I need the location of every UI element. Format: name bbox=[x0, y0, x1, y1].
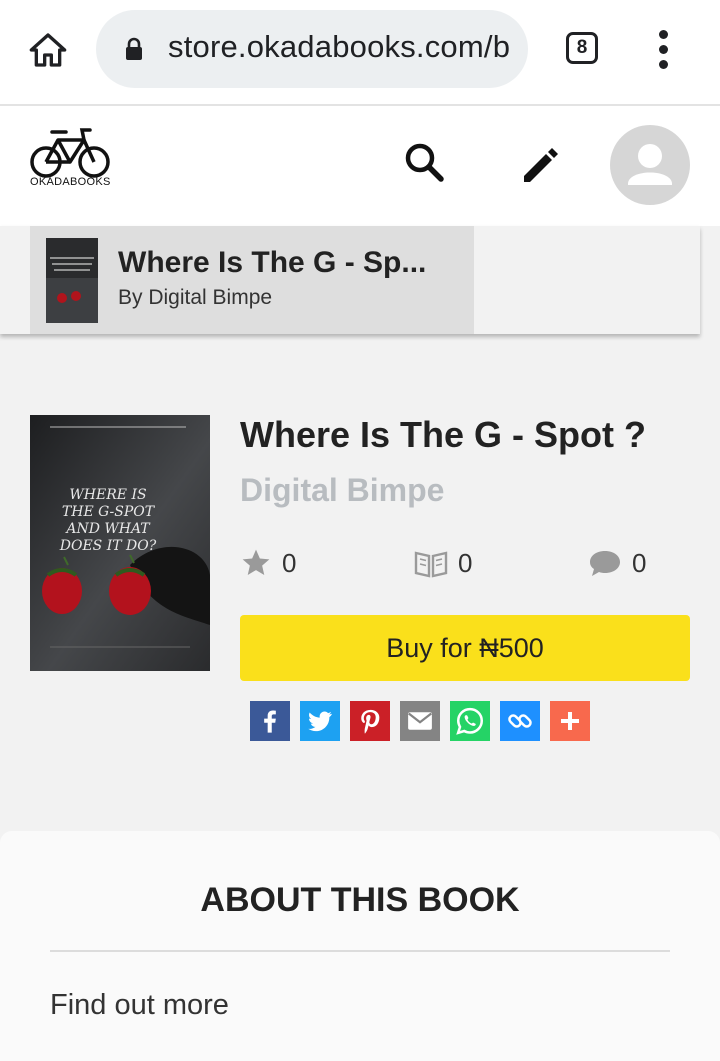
browser-menu-icon[interactable] bbox=[650, 30, 678, 70]
email-share-button[interactable] bbox=[400, 701, 440, 741]
rating-stat: 0 bbox=[240, 545, 296, 581]
sticky-book-bar: Where Is The G - Sp... By Digital Bimpe bbox=[0, 226, 700, 334]
about-section: ABOUT THIS BOOK Find out more bbox=[0, 831, 720, 1061]
share-buttons bbox=[250, 701, 590, 741]
buy-button[interactable]: Buy for ₦500 bbox=[240, 615, 690, 681]
reads-stat: 0 bbox=[414, 545, 472, 581]
address-bar[interactable]: store.okadabooks.com/b bbox=[96, 10, 528, 88]
svg-text:THE G-SPOT: THE G-SPOT bbox=[62, 504, 156, 520]
bar-book-author: By Digital Bimpe bbox=[118, 286, 273, 309]
pencil-icon[interactable] bbox=[514, 136, 566, 188]
svg-text:WHERE IS: WHERE IS bbox=[69, 487, 146, 503]
url-text: store.okadabooks.com/b bbox=[168, 29, 511, 64]
comments-count: 0 bbox=[632, 547, 647, 578]
book-title: Where Is The G - Spot ? bbox=[240, 414, 647, 455]
logo-text: OKADABOOKS bbox=[30, 176, 111, 188]
whatsapp-share-button[interactable] bbox=[450, 701, 490, 741]
browser-toolbar: store.okadabooks.com/b 8 bbox=[0, 0, 720, 106]
comments-stat: 0 bbox=[588, 545, 646, 581]
plus-icon bbox=[561, 712, 579, 730]
facebook-share-button[interactable] bbox=[250, 701, 290, 741]
open-book-icon bbox=[414, 551, 448, 578]
divider bbox=[50, 950, 670, 952]
about-heading: ABOUT THIS BOOK bbox=[200, 881, 520, 919]
copy-link-share-button[interactable] bbox=[500, 701, 540, 741]
mini-book-cover bbox=[46, 238, 98, 323]
envelope-icon bbox=[408, 712, 432, 730]
pinterest-share-button[interactable] bbox=[350, 701, 390, 741]
book-cover[interactable]: WHERE IS THE G-SPOT AND WHAT DOES IT DO? bbox=[30, 415, 210, 671]
facebook-icon bbox=[264, 710, 276, 733]
reads-count: 0 bbox=[458, 547, 473, 578]
more-share-button[interactable] bbox=[550, 701, 590, 741]
avatar[interactable] bbox=[610, 125, 690, 205]
home-icon[interactable] bbox=[22, 24, 74, 76]
cover-title-text: WHERE IS THE G-SPOT AND WHAT DOES IT DO? bbox=[59, 487, 157, 554]
book-author[interactable]: Digital Bimpe bbox=[240, 472, 444, 509]
tab-count: 8 bbox=[576, 37, 588, 58]
book-bar-card[interactable]: Where Is The G - Sp... By Digital Bimpe bbox=[30, 226, 474, 334]
twitter-share-button[interactable] bbox=[300, 701, 340, 741]
site-header: OKADABOOKS bbox=[0, 106, 720, 226]
twitter-icon bbox=[308, 711, 332, 732]
link-icon bbox=[508, 714, 532, 728]
tab-switcher-button[interactable]: 8 bbox=[566, 32, 598, 64]
rating-count: 0 bbox=[282, 547, 297, 578]
lock-icon bbox=[126, 37, 142, 60]
user-icon bbox=[628, 144, 672, 185]
find-out-more-link[interactable]: Find out more bbox=[50, 989, 229, 1022]
comment-icon bbox=[590, 551, 620, 576]
svg-text:AND WHAT: AND WHAT bbox=[64, 521, 151, 537]
star-icon bbox=[242, 549, 270, 575]
pinterest-icon bbox=[361, 709, 380, 734]
svg-text:DOES IT DO?: DOES IT DO? bbox=[59, 538, 157, 554]
whatsapp-icon bbox=[456, 707, 484, 735]
bar-book-title: Where Is The G - Sp... bbox=[118, 246, 427, 279]
search-icon[interactable] bbox=[398, 136, 450, 188]
